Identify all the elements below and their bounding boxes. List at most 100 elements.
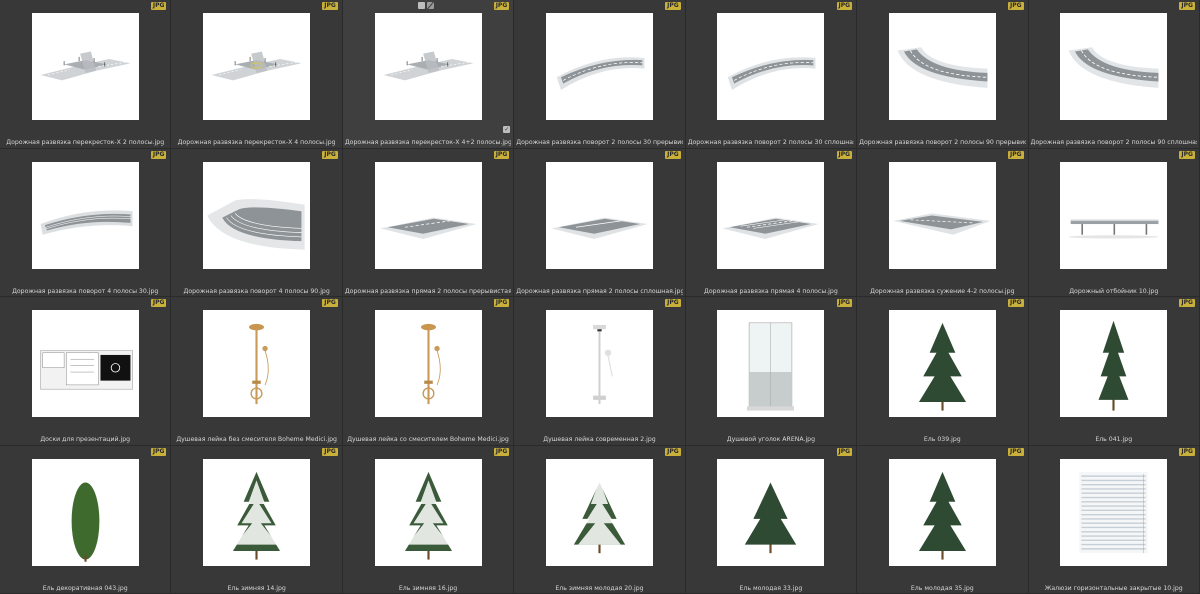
file-name: Дорожная развязка поворот 2 полосы 90 пр… <box>859 139 1025 146</box>
thumbnail-cell[interactable]: JPG Ель зимняя молодая 20.jpg <box>514 445 686 594</box>
file-type-badge: JPG <box>322 299 338 307</box>
file-name: Дорожная развязка поворот 2 полосы 30 сп… <box>687 139 855 146</box>
road-crossroad-icon[interactable] <box>374 13 482 120</box>
thumbnail-cell[interactable]: JPG Ель зимняя 14.jpg <box>171 445 343 594</box>
cypress-tree-icon[interactable] <box>31 458 139 566</box>
road-straight-icon[interactable] <box>545 161 653 269</box>
file-type-badge: JPG <box>1007 299 1024 307</box>
file-name: Дорожная развязка перекресток-X 4+2 поло… <box>344 139 512 146</box>
road-straight-icon[interactable] <box>717 161 825 269</box>
road-curve-icon[interactable] <box>545 13 653 120</box>
frame-icon[interactable] <box>417 2 425 9</box>
file-type-badge: JPG <box>1179 2 1195 10</box>
thumbnail-cell[interactable]: JPG Дорожная развязка прямая 2 полосы пр… <box>342 148 515 297</box>
blinds-icon[interactable] <box>1060 458 1168 566</box>
thumbnail-cell[interactable]: JPG Дорожная развязка поворот 2 полосы 3… <box>514 0 686 149</box>
young-fir-icon[interactable] <box>888 458 996 566</box>
file-name: Ель декоративная 043.jpg <box>42 584 128 592</box>
file-name: Дорожная развязка сужение 4-2 полосы.jpg <box>870 287 1015 295</box>
road-curve-icon[interactable] <box>888 13 996 120</box>
file-type-badge: JPG <box>493 299 510 307</box>
file-type-badge: JPG <box>322 447 338 456</box>
road-crossroad-icon[interactable] <box>31 13 139 120</box>
file-type-badge: JPG <box>150 2 167 10</box>
thumbnail-cell[interactable]: JPG Душевая лейка современная 2.jpg <box>514 297 686 446</box>
file-type-badge: JPG <box>1179 447 1195 456</box>
road-curve-icon[interactable] <box>31 161 139 269</box>
file-type-badge: JPG <box>1179 150 1195 159</box>
edit-icon[interactable] <box>426 2 434 9</box>
thumbnail-cell[interactable]: JPG Дорожная развязка поворот 4 полосы 9… <box>171 148 343 297</box>
file-type-badge: JPG <box>836 299 853 307</box>
file-name: Дорожная развязка перекресток-X 2 полосы… <box>6 139 165 146</box>
thumbnail-cell[interactable]: JPG Ель 041.jpg <box>1028 297 1200 446</box>
thumbnail-cell[interactable]: JPG Душевая лейка со смесителем Boheme M… <box>342 297 515 446</box>
snowy-fir-icon[interactable] <box>545 458 653 566</box>
thumbnail-cell[interactable]: JPG Дорожная развязка поворот 2 полосы 3… <box>685 0 858 149</box>
road-curve-icon[interactable] <box>203 161 311 269</box>
file-name: Ель зимняя 14.jpg <box>227 584 286 592</box>
file-name: Ель молодая 33.jpg <box>739 584 803 592</box>
file-type-badge: JPG <box>665 150 681 159</box>
whiteboard-icon[interactable] <box>31 310 139 417</box>
file-name: Душевая лейка современная 2.jpg <box>543 436 656 443</box>
file-name: Дорожная развязка поворот 4 полосы 90.jp… <box>183 287 330 295</box>
shower-icon[interactable] <box>203 310 311 417</box>
file-type-badge: JPG <box>836 150 853 159</box>
thumbnail-cell[interactable]: JPG Дорожная развязка сужение 4-2 полосы… <box>857 148 1029 297</box>
file-type-badge: JPG <box>493 150 510 159</box>
thumbnail-cell[interactable]: JPG Ель 039.jpg <box>857 297 1029 446</box>
file-type-badge: JPG <box>322 2 338 10</box>
fir-tree-icon[interactable] <box>888 310 996 417</box>
thumbnail-cell[interactable]: JPG Дорожная развязка поворот 2 полосы 9… <box>857 0 1029 149</box>
thumbnail-tools <box>417 2 434 9</box>
file-name: Доски для презентаций.jpg <box>40 436 131 443</box>
young-fir-icon[interactable] <box>717 458 825 566</box>
file-name: Дорожная развязка перекресток-X 4 полосы… <box>177 139 336 146</box>
thumbnail-cell[interactable]: JPG Жалюзи горизонтальные закрытые 10.jp… <box>1028 445 1200 594</box>
thumbnail-cell[interactable]: JPG Ель зимняя 16.jpg <box>342 445 515 594</box>
snowy-fir-icon[interactable] <box>203 458 311 566</box>
road-crossroad-icon[interactable] <box>203 13 311 120</box>
file-type-badge: JPG <box>493 447 510 456</box>
thumbnail-cell[interactable]: JPG Ель молодая 35.jpg <box>857 445 1029 594</box>
file-name: Дорожная развязка поворот 4 полосы 30.jp… <box>12 287 159 295</box>
selected-check-icon[interactable]: ✓ <box>503 126 511 133</box>
file-name: Дорожная развязка поворот 2 полосы 90 сп… <box>1030 139 1197 146</box>
file-name: Дорожная развязка прямая 2 полосы прерыв… <box>344 287 512 295</box>
file-type-badge: JPG <box>665 299 681 307</box>
snowy-fir-icon[interactable] <box>374 458 482 566</box>
file-name: Дорожная развязка прямая 4 полосы.jpg <box>704 287 838 295</box>
file-type-badge: JPG <box>665 2 681 10</box>
file-type-badge: JPG <box>150 150 167 159</box>
thumbnail-cell[interactable]: JPG Дорожная развязка перекресток-X 2 по… <box>0 0 172 149</box>
file-name: Ель зимняя молодая 20.jpg <box>555 584 644 592</box>
file-name: Ель 041.jpg <box>1095 436 1133 443</box>
thumbnail-cell[interactable]: JPG Ель молодая 33.jpg <box>685 445 858 594</box>
shower-cabin-icon[interactable] <box>717 310 825 417</box>
shower-icon[interactable] <box>545 310 653 417</box>
thumbnail-cell[interactable]: JPG Дорожная развязка прямая 4 полосы.jp… <box>685 148 858 297</box>
thumbnail-cell[interactable]: JPG Доски для презентаций.jpg <box>0 297 172 446</box>
file-type-badge: JPG <box>150 299 167 307</box>
thumbnail-cell[interactable]: JPG Душевой уголок ARENA.jpg <box>685 297 858 446</box>
thumbnail-cell[interactable]: JPG Дорожная развязка поворот 2 полосы 9… <box>1028 0 1200 149</box>
thumbnail-cell[interactable]: JPG Дорожный отбойник 10.jpg <box>1028 148 1200 297</box>
road-straight-icon[interactable] <box>888 161 996 269</box>
fir-tree-icon[interactable] <box>1060 310 1168 417</box>
thumbnail-cell[interactable]: JPG Дорожная развязка прямая 2 полосы сп… <box>514 148 686 297</box>
thumbnail-grid: JPG Дорожная развязка перекресток-X 2 по… <box>0 0 1200 594</box>
guardrail-icon[interactable] <box>1060 161 1168 269</box>
file-name: Дорожная развязка прямая 2 полосы сплошн… <box>516 287 683 295</box>
file-name: Ель 039.jpg <box>923 436 961 443</box>
thumbnail-cell[interactable]: JPG Душевая лейка без смесителя Boheme M… <box>171 297 343 446</box>
thumbnail-cell[interactable]: JPG Ель декоративная 043.jpg <box>0 445 172 594</box>
file-type-badge: JPG <box>1007 2 1024 10</box>
thumbnail-cell[interactable]: JPG Дорожная развязка поворот 4 полосы 3… <box>0 148 172 297</box>
road-curve-icon[interactable] <box>1060 13 1168 120</box>
road-curve-icon[interactable] <box>717 13 825 120</box>
thumbnail-cell[interactable]: JPG ✓ Дорожная развязка перекресток-X 4+2… <box>342 0 515 149</box>
road-straight-icon[interactable] <box>374 161 482 269</box>
thumbnail-cell[interactable]: JPG Дорожная развязка перекресток-X 4 по… <box>171 0 343 149</box>
shower-icon[interactable] <box>374 310 482 417</box>
